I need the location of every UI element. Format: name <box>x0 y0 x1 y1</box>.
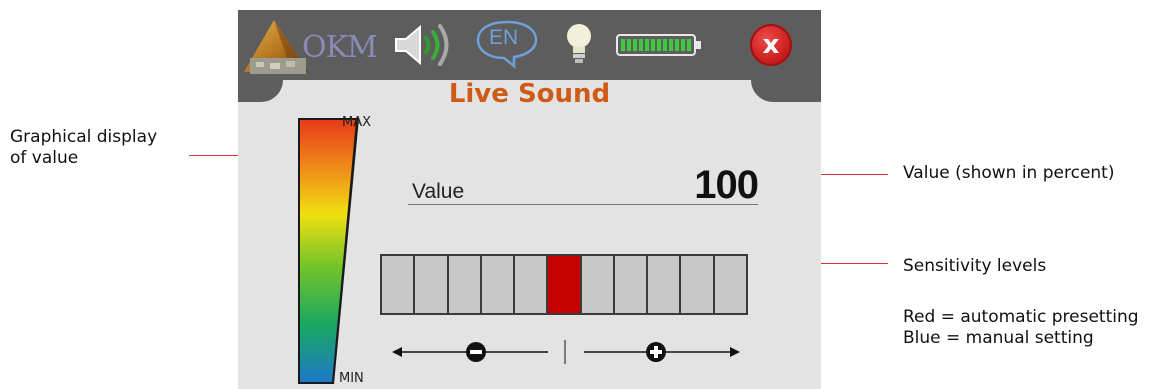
language-button[interactable]: EN <box>474 18 540 74</box>
sensitivity-level[interactable] <box>581 256 615 313</box>
battery-cell <box>687 39 691 51</box>
value-underline <box>408 204 758 205</box>
meter-min-label: MIN <box>339 371 364 386</box>
sensitivity-level-active[interactable] <box>548 256 582 313</box>
battery-cell <box>657 39 661 51</box>
device-screen: OKM EN x Live Sound MAX MIN Value 100 <box>238 10 821 389</box>
sensitivity-level[interactable] <box>681 256 715 313</box>
callout-value-percent: Value (shown in percent) <box>903 163 1114 184</box>
sensitivity-level[interactable] <box>481 256 516 313</box>
battery-cell <box>681 39 685 51</box>
left-arrow-icon <box>392 347 402 357</box>
legend-red-text: Red = automatic presetting <box>903 307 1139 327</box>
battery-cell <box>633 39 637 51</box>
callout-graphical-display: Graphical display of value <box>10 127 157 169</box>
minus-icon <box>470 350 482 354</box>
sensitivity-adjust-arrows <box>392 340 740 364</box>
sensitivity-level[interactable] <box>448 256 482 313</box>
legend-blue-text: Blue = manual setting <box>903 328 1094 348</box>
battery-cell <box>663 39 667 51</box>
sensitivity-level[interactable] <box>515 256 549 313</box>
speaker-button[interactable] <box>390 22 452 72</box>
callout-legend: Red = automatic presetting Blue = manual… <box>903 307 1139 349</box>
sensitivity-level[interactable] <box>648 256 682 313</box>
value-number: 100 <box>694 163 759 207</box>
okm-logo: OKM <box>242 16 378 78</box>
close-button[interactable]: x <box>750 24 792 66</box>
right-arrow-icon <box>730 347 740 357</box>
battery-cell <box>621 39 625 51</box>
logo-text: OKM <box>302 30 378 65</box>
battery-cell <box>651 39 655 51</box>
value-label: Value <box>412 180 465 203</box>
battery-cell <box>627 39 631 51</box>
battery-icon <box>616 34 701 56</box>
callout-sensitivity: Sensitivity levels <box>903 256 1046 277</box>
decrease-sensitivity-button[interactable] <box>392 342 548 362</box>
light-bulb-icon <box>567 24 591 63</box>
meter-max-label: MAX <box>342 115 372 130</box>
sensitivity-level[interactable] <box>614 256 649 313</box>
sensitivity-level[interactable] <box>382 256 416 313</box>
battery-cell <box>669 39 673 51</box>
battery-cell <box>645 39 649 51</box>
screen-title: Live Sound <box>448 79 611 109</box>
sensitivity-level[interactable] <box>415 256 449 313</box>
light-button[interactable] <box>563 20 595 72</box>
top-bar: OKM EN x <box>238 10 821 80</box>
language-label: EN <box>489 26 519 49</box>
battery-cell <box>639 39 643 51</box>
speaker-icon <box>395 24 449 66</box>
callout-graphical-display-line2: of value <box>10 148 79 168</box>
callout-graphical-display-line1: Graphical display <box>10 127 158 147</box>
increase-sensitivity-button[interactable] <box>584 342 740 362</box>
callout-value-percent-text: Value (shown in percent) <box>903 163 1115 183</box>
battery-indicator <box>616 34 702 60</box>
value-meter <box>298 118 359 384</box>
callout-sensitivity-text: Sensitivity levels <box>903 256 1047 276</box>
sensitivity-level-bar[interactable] <box>380 254 748 315</box>
battery-cell <box>675 39 679 51</box>
sensitivity-level[interactable] <box>714 256 746 313</box>
